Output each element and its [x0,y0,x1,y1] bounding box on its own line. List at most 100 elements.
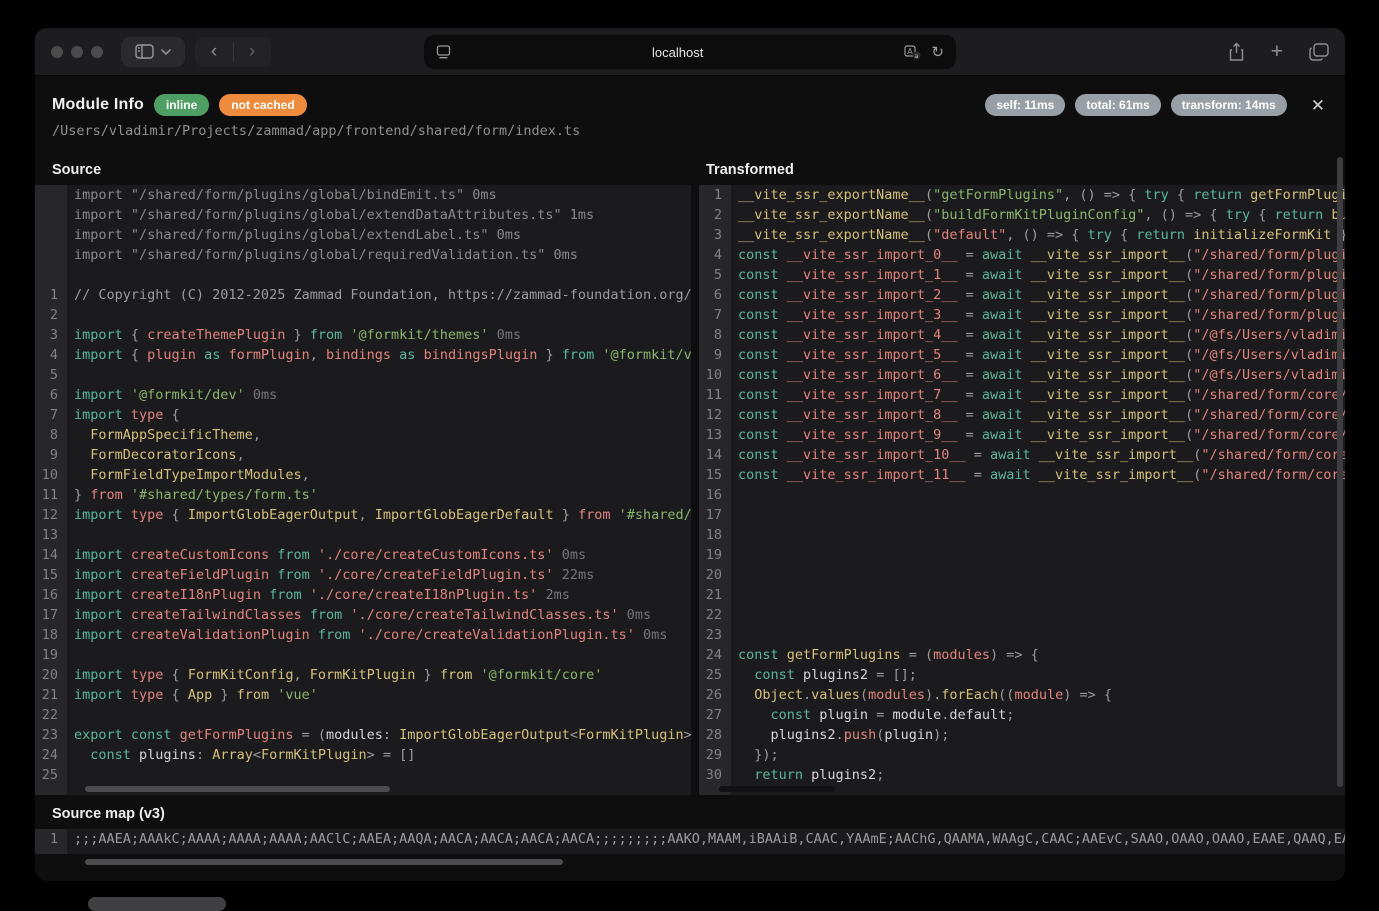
module-link[interactable]: "default" [933,227,1006,243]
code-token: push [844,727,877,743]
code-text: import createI18nPlugin from './core/cre… [67,585,691,605]
code-token: import [74,607,131,623]
code-text: FormAppSpecificTheme, [67,425,691,445]
source-panel: Source import "/shared/form/plugins/glob… [35,155,691,795]
reload-icon[interactable]: ↻ [931,43,944,61]
line-number: 10 [699,365,731,385]
code-token: createTailwindClasses [131,607,302,623]
new-tab-button[interactable]: + [1271,42,1283,62]
code-token: } [415,667,439,683]
code-token: '#shared/types/form.ts' [131,487,318,503]
module-link[interactable]: "/shared/form/core/createTailwindClasses… [1201,447,1345,463]
sidebar-icon [135,44,154,59]
code-token: FormKitPlugin [578,727,684,743]
code-line: 24const getFormPlugins = (modules) => { [699,645,1345,665]
code-token: __vite_ssr_import_7__ [787,387,958,403]
module-link[interactable]: './core/createValidationPlugin.ts' [359,627,635,643]
module-link[interactable]: "/@fs/Users/vladimir/Projects/zammad/nod… [1193,367,1345,383]
code-token: import [74,587,131,603]
toolbar-right-icons: + [1228,42,1329,62]
code-line: 13 [35,525,691,545]
module-link[interactable]: "/shared/form/core/createFieldPlugin.ts" [1193,407,1345,423]
module-link[interactable]: './core/createFieldPlugin.ts' [318,567,554,583]
url-text[interactable]: localhost [451,45,904,60]
code-token: ImportGlobEagerOutput [399,727,570,743]
code-line: 23export const getFormPlugins = (modules… [35,725,691,745]
self-time-badge: self: 11ms [985,94,1065,116]
code-token: import [74,547,131,563]
code-token: ( [925,207,933,223]
line-number: 14 [699,445,731,465]
module-link[interactable]: "/shared/form/plugins/global/extendLabel… [1193,287,1345,303]
module-link[interactable]: "/@fs/Users/vladimir/Projects/zammad/nod… [1193,347,1345,363]
zoom-window-button[interactable] [91,46,103,58]
code-token: = [957,407,981,423]
translate-icon[interactable]: Aa [904,45,921,60]
code-line: 17 [699,505,1345,525]
code-token: const [738,267,787,283]
code-token: '#shared/types/utils.ts' [619,507,691,523]
module-link[interactable]: "/shared/form/core/createI18nPlugin.ts" [1193,427,1345,443]
line-number: 14 [35,545,67,565]
code-token: { [172,507,188,523]
code-token: __vite_ssr_import_5__ [787,347,958,363]
line-number [35,225,67,245]
address-bar[interactable]: localhost Aa ↻ [424,35,956,69]
module-link[interactable]: "/shared/form/plugins/global/extendDataA… [1193,267,1345,283]
code-token: = ( [901,647,934,663]
forward-button[interactable]: › [234,37,271,67]
sidebar-toggle-button[interactable] [121,37,185,67]
code-text: const plugin = module.default; [731,705,1345,725]
module-link[interactable]: "/shared/form/core/createCustomIcons.ts" [1193,387,1345,403]
code-token: const [738,667,803,683]
code-token: const [738,367,787,383]
code-token: import [74,507,131,523]
line-number: 20 [35,665,67,685]
code-token: plugin [819,707,868,723]
code-text [731,545,1345,565]
code-token: __vite_ssr_import__ [1031,427,1185,443]
code-token: from [440,667,481,683]
line-number [35,245,67,265]
tab-overview-icon[interactable] [1309,43,1329,61]
module-link[interactable]: './core/createTailwindClasses.ts' [350,607,618,623]
source-map-horizontal-scrollbar[interactable] [85,859,563,865]
source-code-area[interactable]: import "/shared/form/plugins/global/bind… [35,185,691,795]
close-icon[interactable]: ✕ [1311,97,1325,114]
share-icon[interactable] [1228,42,1245,62]
page-settings-icon[interactable] [436,45,451,59]
module-link[interactable]: "/shared/form/core/createValidationPlugi… [1201,467,1345,483]
not-cached-badge: not cached [219,94,306,116]
source-horizontal-scrollbar[interactable] [85,786,390,792]
nav-buttons: ‹ › [195,37,271,67]
transformed-vertical-scrollbar[interactable] [1337,157,1343,787]
line-number: 20 [699,565,731,585]
module-link[interactable]: "/@fs/Users/vladimir/Projects/zammad/nod… [1193,327,1345,343]
code-token: type [131,407,172,423]
minimize-window-button[interactable] [71,46,83,58]
code-line: 1__vite_ssr_exportName__("getFormPlugins… [699,185,1345,205]
code-text: FormFieldTypeImportModules, [67,465,691,485]
code-token: __vite_ssr_import__ [1031,327,1185,343]
code-token: ImportGlobEagerDefault [375,507,554,523]
code-token: import "/shared/form/plugins/global/exte… [74,207,594,223]
module-link[interactable]: './core/createI18nPlugin.ts' [310,587,538,603]
line-number: 5 [699,265,731,285]
code-token: 2ms [537,587,570,603]
module-link[interactable]: "/shared/form/plugins/global/requiredVal… [1193,307,1345,323]
code-token: 0ms [245,387,278,403]
transformed-panel-title: Transformed [699,155,1345,185]
close-window-button[interactable] [51,46,63,58]
code-token: getFormPlugins [180,727,294,743]
code-token: FormFieldTypeImportModules [74,467,302,483]
back-button[interactable]: ‹ [196,37,233,67]
code-token: , () => { [1144,207,1225,223]
code-token: await [990,467,1039,483]
transformed-code-area[interactable]: 1__vite_ssr_exportName__("getFormPlugins… [699,185,1345,795]
module-link[interactable]: "/shared/form/plugins/global/bindEmit.ts… [1193,247,1345,263]
transformed-horizontal-scrollbar[interactable] [719,786,835,792]
module-link[interactable]: './core/createCustomIcons.ts' [318,547,554,563]
code-token: , [293,667,309,683]
source-map-code-area[interactable]: 1;;;AAEA;AAAkC;AAAA;AAAA;AAAA;AAClC;AAEA… [35,829,1345,854]
line-number: 24 [699,645,731,665]
